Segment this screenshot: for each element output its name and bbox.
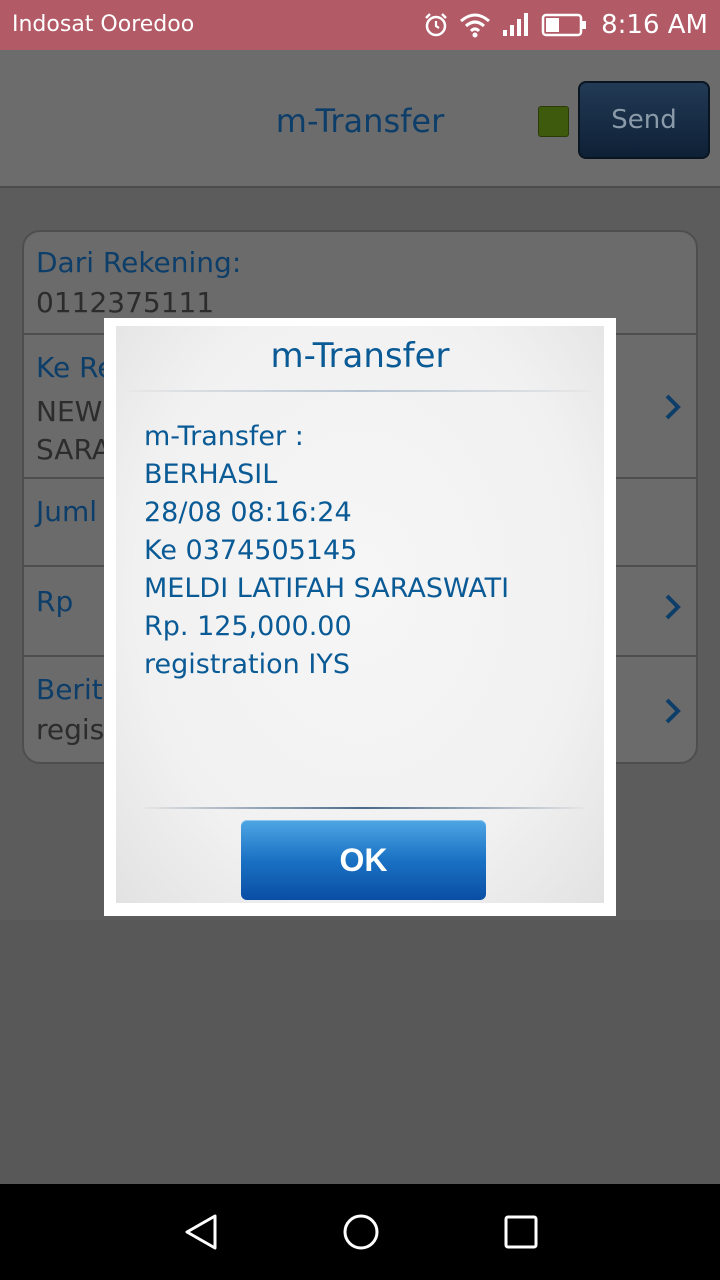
message-line-recipient: MELDI LATIFAH SARASWATI	[144, 573, 510, 604]
message-line-status: BERHASIL	[144, 459, 278, 490]
to-account-value-line1: NEW	[36, 395, 103, 428]
title-bar: m-Transfer Send	[0, 50, 720, 188]
to-account-label: Ke Re	[36, 351, 115, 384]
message-line-service: m-Transfer :	[144, 421, 304, 452]
dialog-message: m-Transfer : BERHASIL 28/08 08:16:24 Ke …	[144, 418, 509, 684]
amount-type-label: Juml	[36, 495, 98, 528]
from-account-value: 0112375111	[36, 286, 215, 319]
chevron-right-icon	[665, 394, 681, 420]
message-value: regis	[36, 713, 105, 746]
battery-icon	[541, 13, 587, 37]
from-account-label: Dari Rekening:	[36, 246, 242, 279]
dialog-divider	[128, 390, 592, 392]
message-line-datetime: 28/08 08:16:24	[144, 497, 352, 528]
back-icon[interactable]	[181, 1212, 221, 1252]
ok-button[interactable]: OK	[241, 820, 486, 900]
message-line-destination: Ke 0374505145	[144, 535, 358, 566]
chevron-right-icon	[665, 594, 681, 620]
result-dialog: m-Transfer m-Transfer : BERHASIL 28/08 0…	[116, 326, 604, 903]
alarm-icon	[425, 13, 448, 37]
status-indicator	[538, 106, 569, 137]
message-line-amount: Rp. 125,000.00	[144, 611, 352, 642]
amount-label: Rp	[36, 585, 74, 618]
carrier-name: Indosat Ooredoo	[12, 12, 195, 37]
chevron-right-icon	[665, 698, 681, 724]
message-line-note: registration IYS	[144, 649, 350, 680]
navigation-bar	[0, 1184, 720, 1280]
clock: 8:16 AM	[601, 10, 708, 40]
dialog-frame: m-Transfer m-Transfer : BERHASIL 28/08 0…	[104, 318, 616, 916]
wifi-icon	[460, 13, 491, 38]
send-button[interactable]: Send	[578, 81, 710, 159]
status-bar: Indosat Ooredoo 8:16 AM	[0, 0, 720, 50]
to-account-value-line2: SARA	[36, 433, 111, 466]
home-icon[interactable]	[341, 1212, 381, 1252]
status-icons: 8:16 AM	[423, 8, 708, 42]
dialog-title: m-Transfer	[270, 336, 450, 376]
recents-icon[interactable]	[501, 1212, 541, 1252]
signal-icon	[503, 13, 529, 36]
dialog-divider	[144, 807, 584, 809]
